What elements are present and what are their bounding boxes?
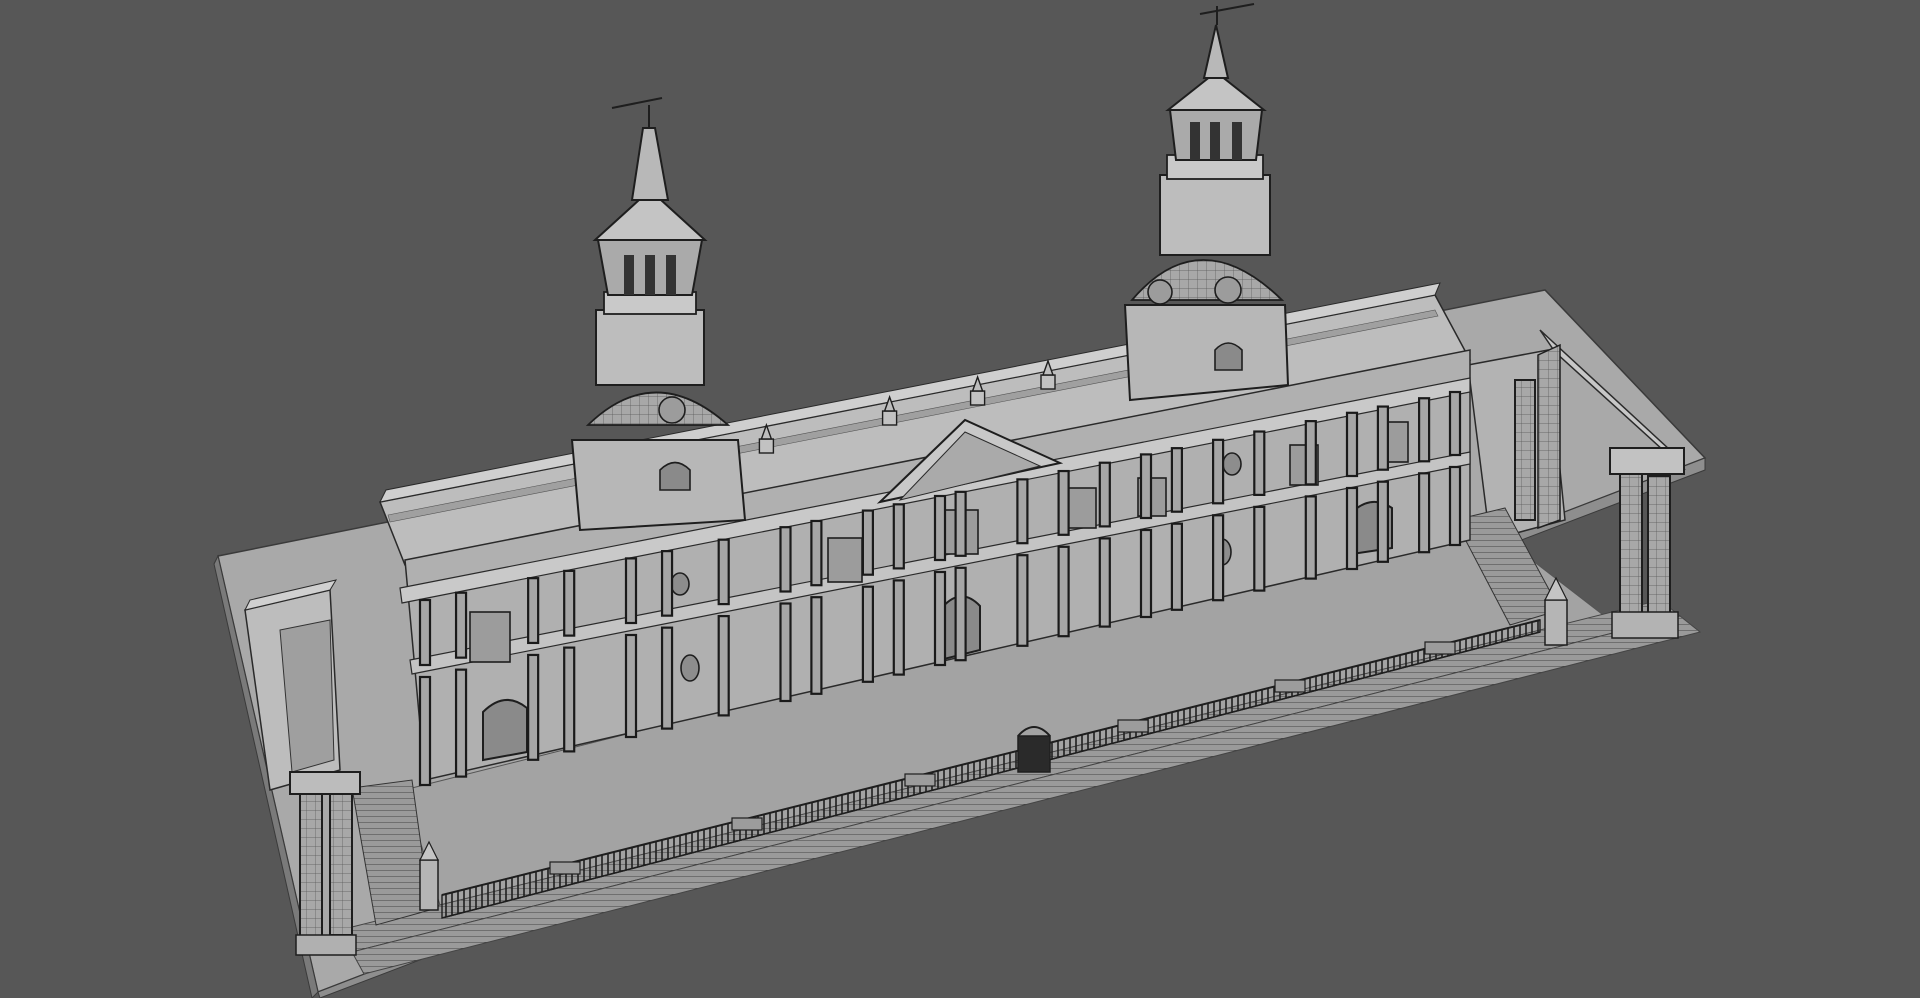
column xyxy=(933,570,947,667)
column xyxy=(454,668,468,778)
column xyxy=(1376,480,1390,563)
column xyxy=(892,503,905,570)
column xyxy=(624,557,638,625)
column xyxy=(1139,453,1153,520)
column xyxy=(717,614,730,717)
column xyxy=(563,569,576,637)
column xyxy=(1448,390,1462,457)
column xyxy=(1211,438,1225,505)
column xyxy=(1304,420,1317,486)
column xyxy=(810,519,823,587)
column xyxy=(933,494,947,562)
column xyxy=(454,591,468,659)
column xyxy=(1057,469,1070,536)
column xyxy=(1139,528,1153,619)
column xyxy=(1098,461,1111,528)
column xyxy=(717,538,730,606)
column xyxy=(861,585,875,683)
column xyxy=(1016,554,1029,647)
column xyxy=(527,653,540,761)
column xyxy=(954,490,967,557)
right-bell-tower xyxy=(1123,3,1290,402)
finial-base xyxy=(1040,374,1056,390)
column xyxy=(1211,514,1225,602)
column xyxy=(1345,411,1359,478)
column xyxy=(1376,405,1390,471)
column xyxy=(1170,447,1184,513)
3d-viewport[interactable] xyxy=(0,0,1920,998)
column xyxy=(1170,522,1184,611)
column xyxy=(1417,397,1431,463)
column xyxy=(1448,465,1462,547)
column xyxy=(1417,472,1431,554)
column xyxy=(660,626,674,730)
column xyxy=(563,646,576,753)
column xyxy=(861,509,875,576)
cathedral-model[interactable] xyxy=(0,0,1920,998)
column xyxy=(1016,478,1029,545)
finial-base xyxy=(881,410,898,426)
column xyxy=(1098,537,1111,628)
column xyxy=(527,577,540,645)
column xyxy=(1057,545,1070,638)
column xyxy=(1253,430,1266,496)
column xyxy=(418,675,432,787)
column xyxy=(779,602,792,703)
column xyxy=(1253,505,1266,592)
column xyxy=(779,526,792,593)
column xyxy=(954,566,967,662)
column xyxy=(1304,495,1317,580)
column xyxy=(1345,486,1359,571)
column xyxy=(810,596,823,695)
finial-base xyxy=(969,390,986,406)
column xyxy=(892,579,905,676)
column xyxy=(660,550,674,617)
finial-base xyxy=(758,438,775,454)
column xyxy=(624,633,638,739)
left-bell-tower xyxy=(570,97,747,532)
column xyxy=(418,598,432,667)
